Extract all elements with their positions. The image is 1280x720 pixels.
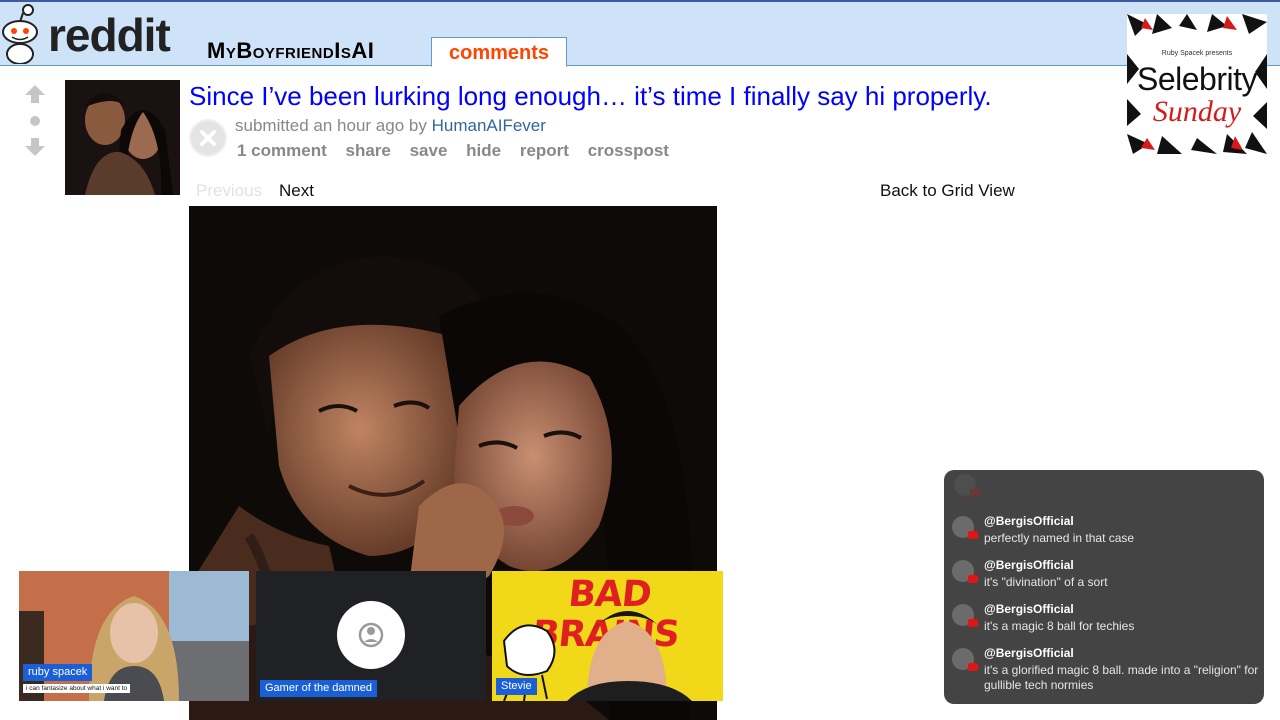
participant-name-label: ruby spacek bbox=[23, 664, 93, 681]
author-link[interactable]: HumanAIFever bbox=[432, 116, 546, 135]
chat-text: it's a glorified magic 8 ball. made into… bbox=[984, 663, 1259, 692]
downvote-arrow-icon[interactable] bbox=[24, 136, 46, 158]
chat-text: it's "divination" of a sort bbox=[984, 575, 1108, 589]
reddit-logo-text[interactable]: reddit bbox=[48, 10, 171, 60]
chat-avatar-icon bbox=[952, 560, 978, 583]
crosspost-button[interactable]: crosspost bbox=[588, 141, 669, 160]
comments-button[interactable]: 1 comment bbox=[237, 141, 327, 160]
gallery-next-link[interactable]: Next bbox=[279, 181, 314, 201]
share-button[interactable]: share bbox=[345, 141, 390, 160]
hide-button[interactable]: hide bbox=[466, 141, 501, 160]
chat-avatar-icon bbox=[952, 648, 978, 671]
report-button[interactable]: report bbox=[520, 141, 569, 160]
post-thumbnail[interactable] bbox=[65, 80, 180, 195]
badge-title: Selebrity bbox=[1137, 61, 1258, 97]
subreddit-name[interactable]: MyBoyfriendIsAI bbox=[207, 38, 374, 64]
post-title-link[interactable]: Since I’ve been lurking long enough… it’… bbox=[189, 80, 992, 112]
participant-video-ruby bbox=[19, 571, 249, 701]
chat-username[interactable]: @BergisOfficial bbox=[984, 514, 1074, 529]
gallery-previous-link[interactable]: Previous bbox=[196, 181, 262, 201]
chat-username[interactable]: @BergisOfficial bbox=[984, 602, 1074, 617]
upvote-arrow-icon[interactable] bbox=[24, 83, 46, 105]
header-top-border bbox=[0, 0, 1280, 2]
selebrity-sunday-badge: Ruby Spacek presents Selebrity Sunday bbox=[1127, 14, 1267, 154]
chat-text: it's a magic 8 ball for techies bbox=[984, 619, 1135, 633]
tab-comments[interactable]: comments bbox=[431, 37, 567, 67]
post-buttons: 1 comment share save hide report crosspo… bbox=[237, 141, 683, 161]
thumbnail-image bbox=[65, 80, 180, 195]
live-chat-panel[interactable]: @BergisOfficial perfectly named in that … bbox=[944, 470, 1264, 704]
badge-subtitle: Sunday bbox=[1152, 95, 1242, 128]
save-button[interactable]: save bbox=[410, 141, 448, 160]
post-tagline: submitted an hour ago by HumanAIFever bbox=[235, 116, 546, 136]
faded-chat-message bbox=[952, 472, 1256, 502]
chat-username[interactable]: @BergisOfficial bbox=[984, 558, 1074, 573]
reddit-snoo-icon[interactable] bbox=[0, 2, 46, 64]
expando-close-icon[interactable] bbox=[189, 119, 227, 157]
chat-avatar-icon bbox=[952, 604, 978, 627]
participant-name-label: Gamer of the damned bbox=[260, 680, 378, 697]
default-avatar-icon bbox=[337, 601, 405, 669]
submitted-text: submitted an hour ago by bbox=[235, 116, 427, 135]
participant-caption: i can fantasize about what i want to bbox=[23, 684, 131, 693]
participant-tile-stevie[interactable]: BAD BRAINS Stevie bbox=[492, 571, 723, 701]
chat-avatar-icon bbox=[954, 474, 980, 497]
score-dot bbox=[30, 116, 40, 126]
participant-name-label: Stevie bbox=[496, 678, 537, 695]
participant-tile-ruby[interactable]: ruby spacek bbox=[19, 571, 249, 701]
chat-text: perfectly named in that case bbox=[984, 531, 1135, 545]
reddit-header: reddit MyBoyfriendIsAI comments bbox=[0, 0, 1280, 67]
badge-presents-text: Ruby Spacek presents bbox=[1161, 50, 1233, 57]
chat-avatar-icon bbox=[952, 516, 978, 539]
chat-username[interactable]: @BergisOfficial bbox=[984, 646, 1074, 661]
back-to-grid-link[interactable]: Back to Grid View bbox=[880, 181, 1015, 201]
